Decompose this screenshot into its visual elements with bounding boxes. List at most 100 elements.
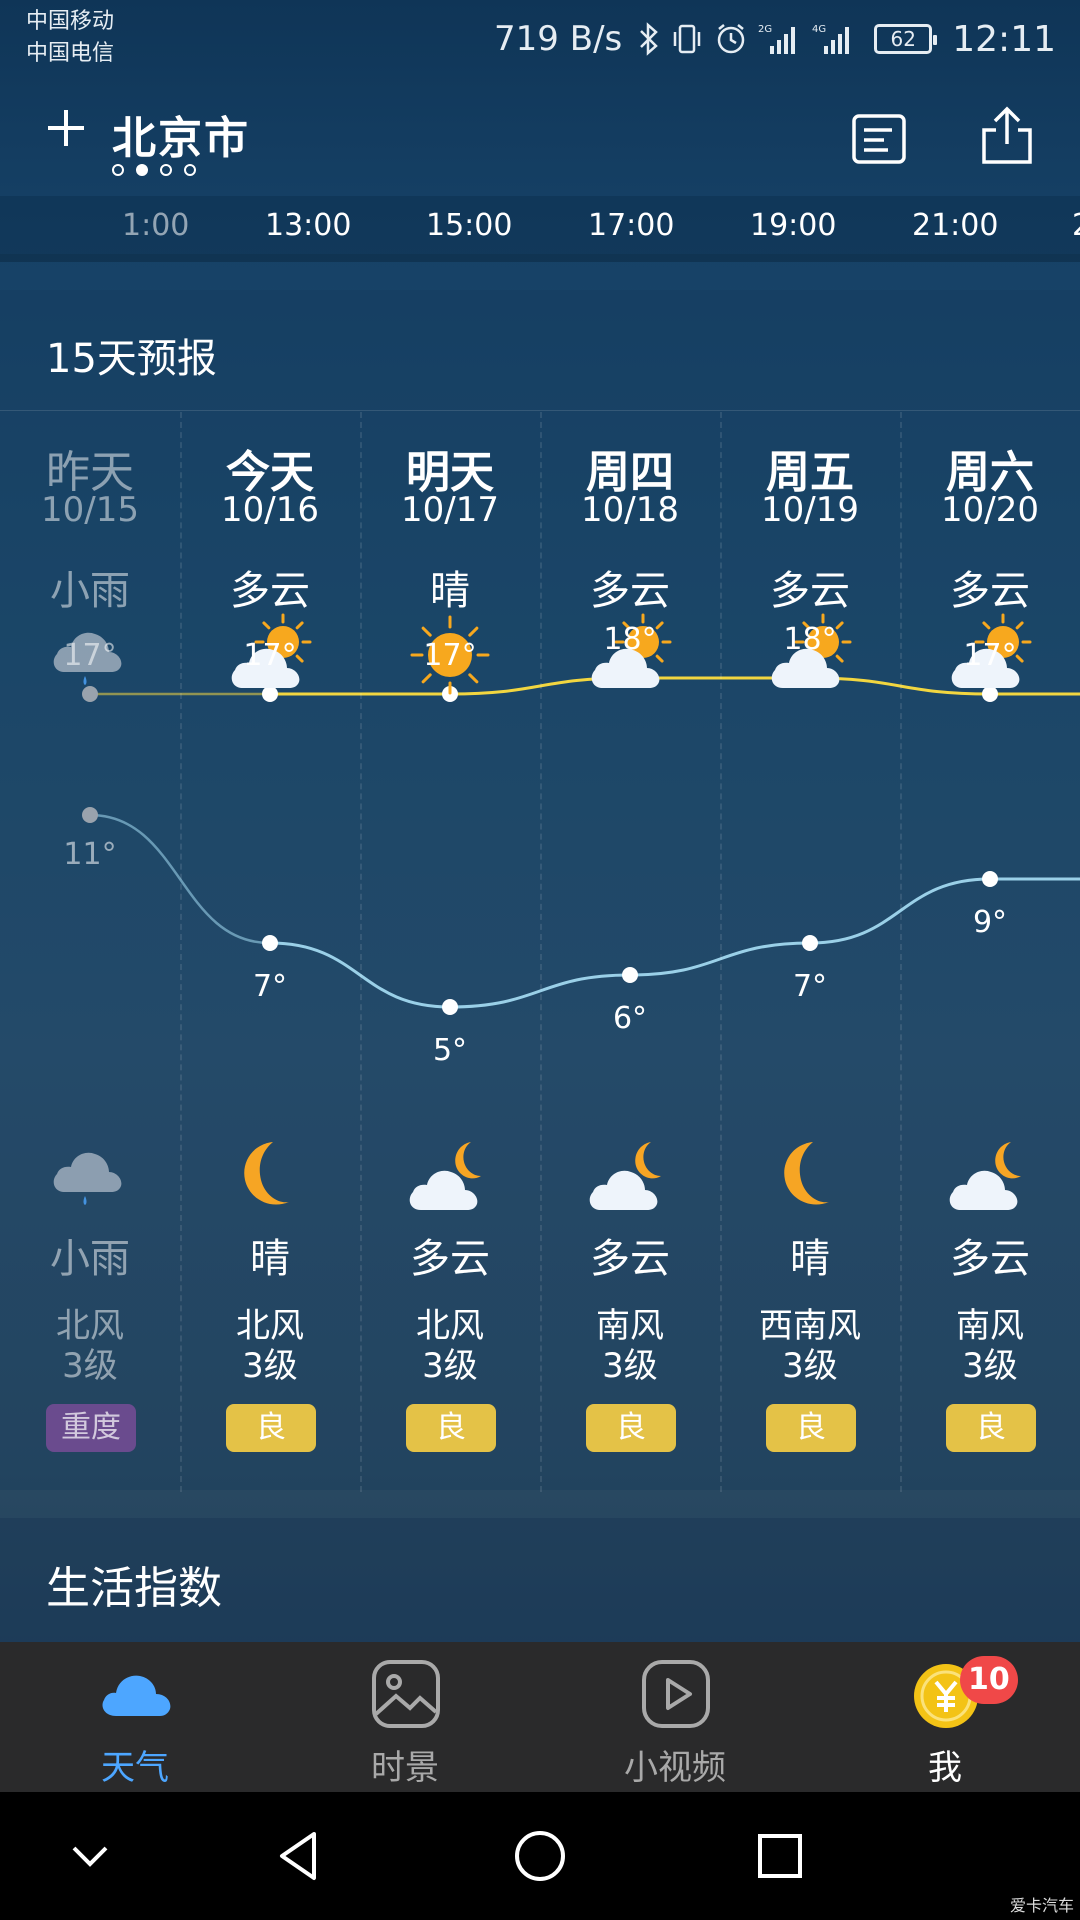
high-temp-label: 17° <box>243 638 297 673</box>
forecast-day-column[interactable]: 今天 10/16 多云晴北风 3级良 <box>180 290 360 1490</box>
photo-icon <box>372 1660 440 1728</box>
day-condition: 小雨 <box>50 568 130 614</box>
high-temp-label: 17° <box>963 638 1017 673</box>
cloud-icon <box>102 1675 171 1716</box>
day-condition: 晴 <box>430 568 470 614</box>
weather-app: 中国移动 中国电信 719 B/s 2G 4G 62 12:11 北京市 1:0… <box>0 0 1080 1920</box>
carrier-2: 中国电信 <box>26 41 115 66</box>
night-condition: 小雨 <box>50 1236 130 1282</box>
day-condition: 多云 <box>770 568 850 614</box>
share-icon <box>982 106 1032 164</box>
aqi-badge: 良 <box>946 1404 1036 1452</box>
life-index-panel[interactable]: 生活指数 <box>0 1518 1080 1642</box>
status-bar: 中国移动 中国电信 719 B/s 2G 4G 62 12:11 <box>0 0 1080 80</box>
column-divider <box>900 412 902 1492</box>
forecast-day-column[interactable]: 周六 10/20 多云 多云 南风 3级良 <box>900 290 1080 1490</box>
column-divider <box>180 412 182 1492</box>
high-temp-label: 18° <box>783 622 837 657</box>
play-icon <box>642 1660 710 1728</box>
tab-me-label: 我 <box>928 1748 962 1788</box>
day-date: 10/18 <box>581 490 679 530</box>
night-condition: 多云 <box>410 1236 490 1282</box>
night-condition: 晴 <box>790 1236 830 1282</box>
network-speed: 719 B/s <box>494 19 623 59</box>
hour-label: 2 <box>1072 208 1080 243</box>
forecast-day-column[interactable]: 周四 10/18 多云 多云 南风 3级良 <box>540 290 720 1490</box>
add-city-button[interactable] <box>38 100 94 156</box>
wind-level: 3级 <box>782 1346 838 1386</box>
page-dot <box>184 164 196 176</box>
city-title[interactable]: 北京市 <box>112 102 250 166</box>
partly-cloudy-night-icon <box>949 1142 1021 1210</box>
forecast-day-column[interactable]: 明天 10/17 晴多云 北风 3级良 <box>360 290 540 1490</box>
high-temp-label: 18° <box>603 622 657 657</box>
city-page-indicator <box>112 164 196 176</box>
hour-label: 17:00 <box>588 208 675 243</box>
wind-level: 3级 <box>422 1346 478 1386</box>
day-date: 10/15 <box>41 490 139 530</box>
system-nav-bar: 爱卡汽车 <box>0 1792 1080 1920</box>
night-condition: 多云 <box>950 1236 1030 1282</box>
signal-2g-icon: 2G <box>758 22 802 56</box>
svg-text:2G: 2G <box>758 24 772 35</box>
battery-icon: 62 <box>874 24 938 54</box>
back-icon[interactable] <box>270 1826 330 1886</box>
column-divider <box>540 412 542 1492</box>
tab-scenery-label: 时景 <box>371 1748 439 1788</box>
hour-label: 19:00 <box>750 208 837 243</box>
life-index-title: 生活指数 <box>46 1563 222 1614</box>
night-condition: 晴 <box>250 1236 290 1282</box>
page-dot <box>160 164 172 176</box>
carrier-list: 中国移动 中国电信 <box>26 6 114 70</box>
forecast-day-column[interactable]: 周五 10/19 多云晴西南风 3级良 <box>720 290 900 1490</box>
recent-apps-icon[interactable] <box>750 1826 810 1886</box>
aqi-badge: 良 <box>406 1404 496 1452</box>
plus-icon <box>48 110 84 146</box>
low-temp-label: 6° <box>612 1001 648 1036</box>
tab-me[interactable]: 我 <box>810 1642 1080 1792</box>
list-icon <box>852 114 906 164</box>
page-dot <box>136 164 148 176</box>
tab-scenery[interactable]: 时景 <box>270 1642 540 1792</box>
hour-label: 15:00 <box>426 208 513 243</box>
low-temp-label: 5° <box>432 1033 468 1068</box>
day-date: 10/17 <box>401 490 499 530</box>
app-header: 北京市 <box>0 86 1080 196</box>
page-dot <box>112 164 124 176</box>
hour-label: 13:00 <box>265 208 352 243</box>
home-icon[interactable] <box>510 1826 570 1886</box>
moon-icon <box>244 1142 289 1205</box>
day-date: 10/16 <box>221 490 319 530</box>
hourly-time-strip[interactable]: 1:00 13:00 15:00 17:00 19:00 21:00 2 <box>0 196 1080 262</box>
column-divider <box>360 412 362 1492</box>
day-date: 10/19 <box>761 490 859 530</box>
day-date: 10/20 <box>941 490 1039 530</box>
hour-label: 21:00 <box>912 208 999 243</box>
hour-label: 1:00 <box>122 208 190 243</box>
tab-weather[interactable]: 天气 <box>0 1642 270 1792</box>
aqi-badge: 良 <box>226 1404 316 1452</box>
bluetooth-icon <box>638 22 660 56</box>
share-button[interactable] <box>978 104 1036 168</box>
high-temp-label: 17° <box>423 638 477 673</box>
watermark: 爱卡汽车 <box>1009 1896 1074 1915</box>
news-list-button[interactable] <box>850 112 908 168</box>
high-temp-label: 17° <box>63 638 117 673</box>
forecast-day-column[interactable]: 昨天 10/15 小雨 小雨 北风 3级 重度 <box>0 290 180 1490</box>
chevron-down-icon[interactable] <box>60 1826 120 1886</box>
battery-level: 62 <box>890 27 916 51</box>
forecast-panel: 15天预报 昨天 10/15 小雨 小雨 北风 3级 重度 今天 10/16 多云晴北风 3级良明天… <box>0 290 1080 1492</box>
wind-level: 3级 <box>62 1346 118 1386</box>
partly-cloudy-night-icon <box>409 1142 481 1210</box>
aqi-badge: 良 <box>586 1404 676 1452</box>
wind-level: 3级 <box>602 1346 658 1386</box>
wind-level: 3级 <box>242 1346 298 1386</box>
moon-icon <box>784 1142 829 1205</box>
aqi-badge: 重度 <box>46 1404 136 1452</box>
alarm-icon <box>714 22 748 56</box>
aqi-badge: 良 <box>766 1404 856 1452</box>
carrier-1: 中国移动 <box>26 9 115 34</box>
rain-cloud-icon <box>53 1152 122 1205</box>
tab-video[interactable]: 小视频 <box>540 1642 810 1792</box>
svg-text:4G: 4G <box>812 24 826 35</box>
